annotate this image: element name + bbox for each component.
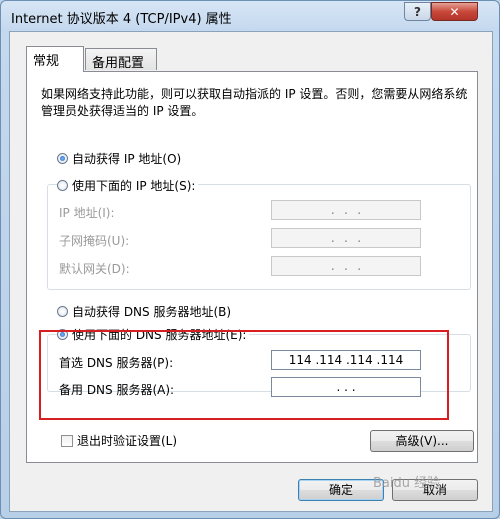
auto-dns-option[interactable]: 自动获得 DNS 服务器地址(B) bbox=[57, 303, 231, 320]
default-gateway-label: 默认网关(D): bbox=[59, 262, 130, 276]
subnet-mask-value: . . . bbox=[329, 231, 363, 245]
manual-ip-option[interactable]: 使用下面的 IP 地址(S): bbox=[57, 177, 199, 194]
ip-address-value: . . . bbox=[329, 203, 363, 217]
validate-option[interactable]: 退出时验证设置(L) bbox=[61, 432, 177, 449]
dialog-client: 常规 备用配置 如果网络支持此功能，则可以获取自动指派的 IP 设置。否则，您需… bbox=[9, 31, 493, 512]
title-bar[interactable]: Internet 协议版本 4 (TCP/IPv4) 属性 ? ✕ bbox=[1, 1, 499, 31]
auto-dns-label: 自动获得 DNS 服务器地址(B) bbox=[72, 305, 232, 319]
close-button[interactable]: ✕ bbox=[431, 2, 478, 21]
general-panel: 如果网络支持此功能，则可以获取自动指派的 IP 设置。否则，您需要从网络系统管理… bbox=[26, 71, 478, 463]
manual-ip-label: 使用下面的 IP 地址(S): bbox=[72, 179, 196, 193]
auto-dns-radio[interactable] bbox=[57, 306, 68, 317]
window-title: Internet 协议版本 4 (TCP/IPv4) 属性 bbox=[11, 12, 232, 27]
watermark: Baidu 经验 bbox=[373, 476, 441, 491]
auto-ip-radio[interactable] bbox=[57, 153, 68, 164]
advanced-button[interactable]: 高级(V)... bbox=[370, 430, 474, 452]
validate-label: 退出时验证设置(L) bbox=[77, 434, 178, 448]
dialog-window: Internet 协议版本 4 (TCP/IPv4) 属性 ? ✕ 常规 备用配… bbox=[0, 0, 500, 519]
help-button[interactable]: ? bbox=[404, 2, 431, 21]
default-gateway-field: . . . bbox=[271, 256, 421, 276]
description-text: 如果网络支持此功能，则可以获取自动指派的 IP 设置。否则，您需要从网络系统管理… bbox=[41, 87, 468, 118]
ip-address-label: IP 地址(I): bbox=[59, 206, 115, 220]
tab-alternate-config[interactable]: 备用配置 bbox=[85, 48, 157, 71]
auto-ip-label: 自动获得 IP 地址(O) bbox=[72, 152, 182, 166]
auto-ip-option[interactable]: 自动获得 IP 地址(O) bbox=[57, 150, 181, 167]
tab-general[interactable]: 常规 bbox=[26, 46, 84, 72]
ok-button[interactable]: 确定 bbox=[298, 479, 384, 501]
subnet-mask-field: . . . bbox=[271, 228, 421, 248]
default-gateway-value: . . . bbox=[329, 259, 363, 273]
validate-checkbox[interactable] bbox=[61, 434, 73, 447]
dns-highlight-box bbox=[39, 330, 449, 420]
manual-ip-radio[interactable] bbox=[57, 180, 68, 191]
subnet-mask-label: 子网掩码(U): bbox=[59, 234, 130, 248]
ip-address-field: . . . bbox=[271, 200, 421, 220]
